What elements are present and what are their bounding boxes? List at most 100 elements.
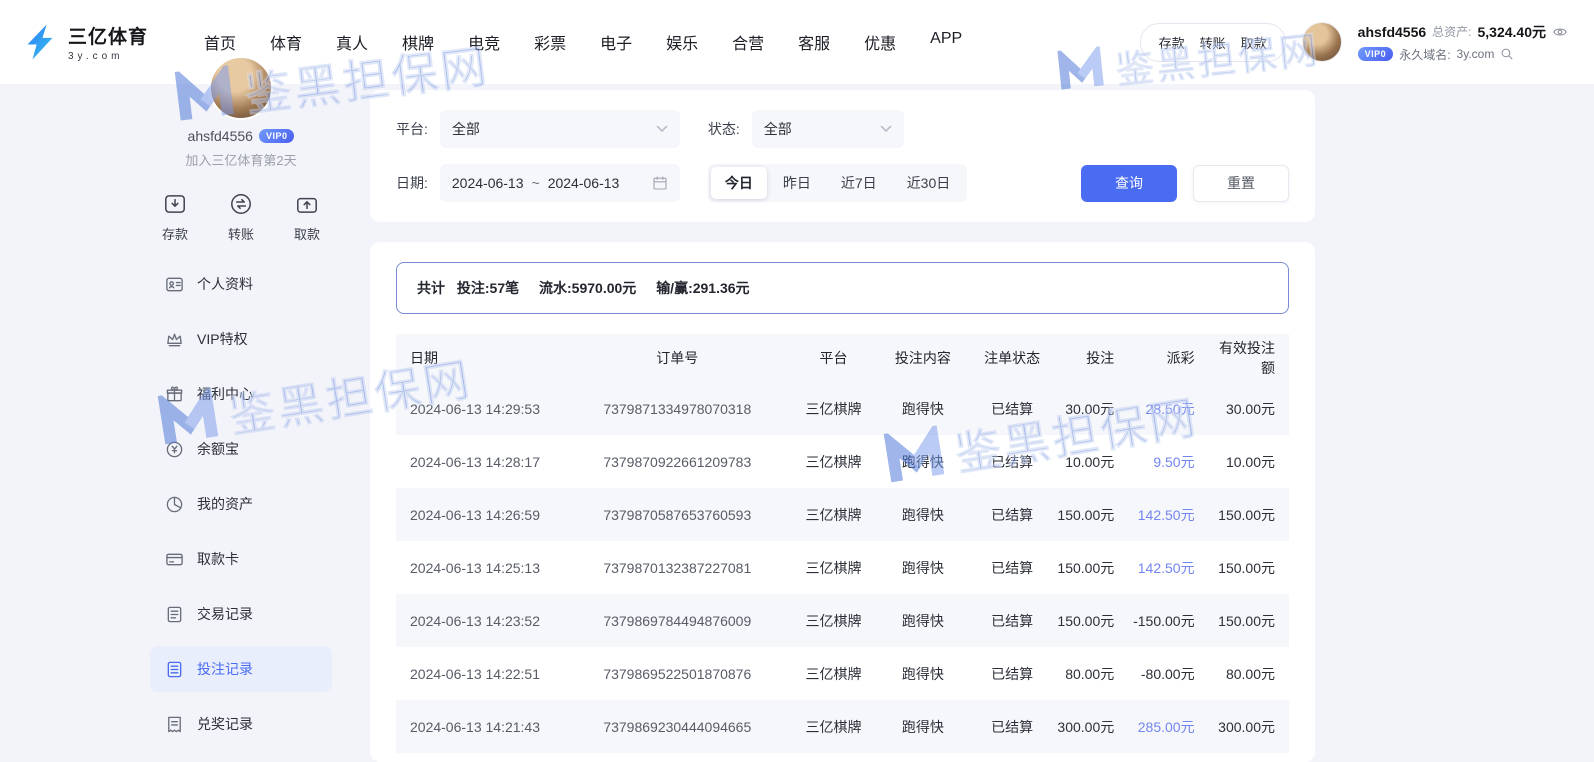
- withdraw-icon: [294, 191, 320, 217]
- range-button[interactable]: 今日: [711, 167, 767, 199]
- status-select-value: 全部: [764, 119, 792, 139]
- sidebar: ahsfd4556 VIP0 加入三亿体育第2天 存款 转账: [150, 84, 332, 762]
- nav-item[interactable]: 棋牌: [402, 30, 434, 54]
- quick-action-transfer[interactable]: 转账: [228, 191, 254, 243]
- wallet-action-link[interactable]: 取款: [1241, 33, 1267, 52]
- menu-label: 余额宝: [197, 439, 239, 459]
- cell-content: 跑得快: [878, 594, 967, 647]
- date-range-input[interactable]: 2024-06-13 ~ 2024-06-13: [440, 164, 680, 202]
- cell-valid: 30.00元: [1209, 382, 1289, 435]
- col-header-payout: 派彩: [1128, 334, 1208, 382]
- quick-action-withdraw[interactable]: 取款: [294, 191, 320, 243]
- summary-prefix: 共计: [417, 280, 445, 296]
- date-from: 2024-06-13: [452, 175, 524, 191]
- sidebar-item-bet-records[interactable]: 投注记录: [150, 646, 332, 692]
- date-label: 日期:: [396, 173, 428, 193]
- logo-title: 三亿体育: [68, 22, 148, 49]
- cell-payout: 285.00元: [1128, 700, 1208, 753]
- cell-status: 已结算: [968, 541, 1057, 594]
- cell-bet: 150.00元: [1057, 594, 1128, 647]
- wallet-action-link[interactable]: 转账: [1200, 33, 1226, 52]
- eye-icon[interactable]: [1552, 24, 1568, 40]
- cell-payout: -80.00元: [1128, 647, 1208, 700]
- cell-date: 2024-06-13 14:28:17: [396, 435, 566, 488]
- quick-action-label: 存款: [162, 224, 188, 243]
- navbar-avatar[interactable]: [1302, 22, 1342, 62]
- navbar-user-info: ahsfd4556 总资产: 5,324.40元 VIP0 永久域名: 3y.c…: [1358, 22, 1568, 63]
- nav-item[interactable]: 优惠: [864, 30, 896, 54]
- nav-item[interactable]: 首页: [204, 30, 236, 54]
- cell-platform: 三亿棋牌: [789, 435, 878, 488]
- nav-item[interactable]: APP: [930, 30, 962, 54]
- search-icon[interactable]: [1500, 47, 1514, 61]
- deposit-icon: [162, 191, 188, 217]
- range-button[interactable]: 近7日: [827, 167, 891, 199]
- table-row: 2024-06-13 14:21:43 7379869230444094665 …: [396, 700, 1289, 753]
- quick-action-deposit[interactable]: 存款: [162, 191, 188, 243]
- domain-value: 3y.com: [1457, 47, 1495, 61]
- quick-actions: 存款 转账 取款: [150, 169, 332, 247]
- col-header-status: 注单状态: [968, 334, 1057, 382]
- reset-button[interactable]: 重置: [1193, 165, 1289, 202]
- main: 平台: 全部 状态: 全部: [370, 84, 1315, 762]
- cell-platform: 三亿棋牌: [789, 647, 878, 700]
- summary-winloss: 输/赢:291.36元: [656, 280, 749, 296]
- id-card-icon: [165, 275, 184, 294]
- cell-payout: 9.50元: [1128, 435, 1208, 488]
- nav-item[interactable]: 体育: [270, 30, 302, 54]
- cell-status: 已结算: [968, 594, 1057, 647]
- range-button[interactable]: 近30日: [893, 167, 965, 199]
- nav-item[interactable]: 客服: [798, 30, 830, 54]
- profile-username: ahsfd4556: [188, 128, 253, 144]
- nav-item[interactable]: 合营: [732, 30, 764, 54]
- nav-item[interactable]: 电子: [600, 30, 632, 54]
- wallet-actions-pill: 存款转账取款: [1140, 23, 1286, 62]
- status-select[interactable]: 全部: [752, 110, 904, 148]
- cell-order: 7379870587653760593: [566, 488, 789, 541]
- table-header-row: 日期 订单号 平台 投注内容 注单状态 投注 派彩 有效投注额: [396, 334, 1289, 382]
- calendar-icon: [652, 175, 668, 191]
- nav-item[interactable]: 娱乐: [666, 30, 698, 54]
- nav-item[interactable]: 彩票: [534, 30, 566, 54]
- search-button[interactable]: 查询: [1081, 165, 1177, 202]
- sidebar-item-vip[interactable]: VIP特权: [150, 316, 332, 362]
- platform-label: 平台:: [396, 119, 428, 139]
- platform-select-value: 全部: [452, 119, 480, 139]
- vip-badge: VIP0: [1358, 47, 1394, 61]
- sidebar-item-assets[interactable]: 我的资产: [150, 481, 332, 527]
- cell-content: 跑得快: [878, 382, 967, 435]
- sidebar-item-transactions[interactable]: 交易记录: [150, 591, 332, 637]
- cell-payout: -150.00元: [1128, 594, 1208, 647]
- cell-content: 跑得快: [878, 647, 967, 700]
- table-row: 2024-06-13 14:28:17 7379870922661209783 …: [396, 435, 1289, 488]
- sidebar-item-welfare[interactable]: 福利中心: [150, 371, 332, 417]
- cell-content: 跑得快: [878, 700, 967, 753]
- cell-content: 跑得快: [878, 435, 967, 488]
- quick-action-label: 取款: [294, 224, 320, 243]
- sidebar-item-yuebao[interactable]: 余额宝: [150, 426, 332, 472]
- table-body: 2024-06-13 14:29:53 7379871334978070318 …: [396, 382, 1289, 753]
- sidebar-item-withdraw-card[interactable]: 取款卡: [150, 536, 332, 582]
- cell-bet: 150.00元: [1057, 488, 1128, 541]
- nav-item[interactable]: 真人: [336, 30, 368, 54]
- navbar-right: 存款转账取款 ahsfd4556 总资产: 5,324.40元 VIP0 永久域…: [1140, 22, 1568, 63]
- cell-bet: 300.00元: [1057, 700, 1128, 753]
- logo-subtitle: 3y.com: [68, 51, 148, 62]
- col-header-order: 订单号: [566, 334, 789, 382]
- cell-status: 已结算: [968, 488, 1057, 541]
- status-label: 状态:: [708, 119, 740, 139]
- range-button[interactable]: 昨日: [769, 167, 825, 199]
- join-text: 加入三亿体育第2天: [150, 150, 332, 169]
- domain-label: 永久域名:: [1399, 46, 1450, 63]
- cell-status: 已结算: [968, 700, 1057, 753]
- platform-select[interactable]: 全部: [440, 110, 680, 148]
- cell-order: 7379869522501870876: [566, 647, 789, 700]
- sidebar-item-profile[interactable]: 个人资料: [150, 261, 332, 307]
- nav-item[interactable]: 电竞: [468, 30, 500, 54]
- sidebar-item-reward-records[interactable]: 兑奖记录: [150, 701, 332, 747]
- menu-label: 个人资料: [197, 274, 253, 294]
- cell-bet: 80.00元: [1057, 647, 1128, 700]
- table-row: 2024-06-13 14:26:59 7379870587653760593 …: [396, 488, 1289, 541]
- wallet-action-link[interactable]: 存款: [1159, 33, 1185, 52]
- cell-content: 跑得快: [878, 541, 967, 594]
